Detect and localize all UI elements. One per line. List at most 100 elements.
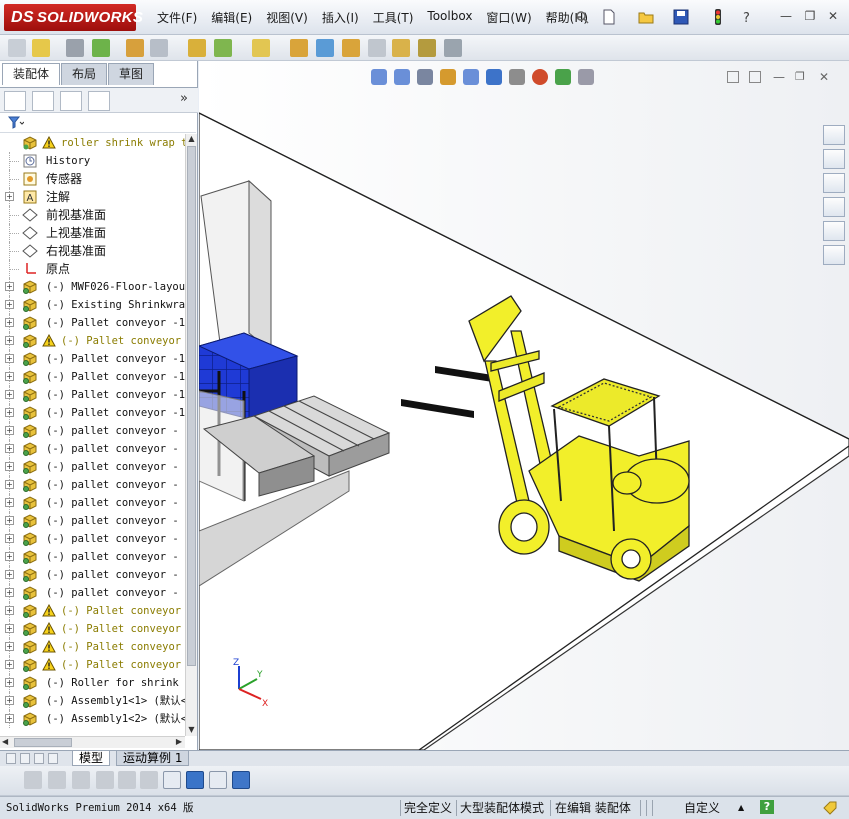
clearance-verification-icon[interactable] bbox=[418, 39, 436, 57]
menu-file[interactable]: 文件(F) bbox=[150, 9, 204, 26]
tree-row[interactable]: 传感器 bbox=[0, 170, 185, 188]
model-view[interactable]: Z Y X bbox=[199, 61, 849, 750]
expand-toggle[interactable]: + bbox=[5, 318, 14, 327]
doc-close-icon[interactable]: ✕ bbox=[819, 71, 831, 83]
expand-toggle[interactable]: + bbox=[5, 282, 14, 291]
design-library-icon[interactable] bbox=[823, 149, 845, 169]
display-manager-icon[interactable] bbox=[88, 91, 110, 111]
tab-model[interactable]: 模型 bbox=[72, 751, 111, 766]
mate-icon[interactable] bbox=[66, 39, 84, 57]
expand-toggle[interactable]: + bbox=[5, 678, 14, 687]
tree-row[interactable]: + (-) Pallet conveyor -15 bbox=[0, 368, 185, 386]
traffic-light-icon[interactable] bbox=[710, 9, 726, 25]
tree-row[interactable]: + (-) pallet conveyor - L bbox=[0, 440, 185, 458]
scroll-right-arrow[interactable]: ▶ bbox=[176, 737, 182, 746]
edit-appearance-icon[interactable] bbox=[532, 69, 548, 85]
view-orientation-icon[interactable] bbox=[463, 69, 479, 85]
tree-row[interactable]: + (-) pallet conveyor - L bbox=[0, 548, 185, 566]
tag-icon[interactable] bbox=[822, 800, 838, 816]
expand-toggle[interactable]: + bbox=[5, 444, 14, 453]
hole-alignment-icon[interactable] bbox=[444, 39, 462, 57]
tree-row[interactable]: + (-) pallet conveyor - L bbox=[0, 422, 185, 440]
units-dropdown-arrow[interactable]: ▲ bbox=[738, 797, 744, 819]
previous-view-icon[interactable] bbox=[417, 69, 433, 85]
expand-toggle[interactable]: + bbox=[5, 372, 14, 381]
tree-vertical-scrollbar[interactable]: ▲ ▼ bbox=[185, 134, 197, 736]
menu-view[interactable]: 视图(V) bbox=[259, 9, 315, 26]
tree-row[interactable]: + (-) Pallet conveyor bbox=[0, 638, 185, 656]
move-component-icon[interactable] bbox=[150, 39, 168, 57]
expand-panel-icon[interactable]: » bbox=[180, 91, 188, 106]
tree-row[interactable]: + (-) Pallet conveyor - bbox=[0, 332, 185, 350]
scroll-up-arrow[interactable]: ▲ bbox=[186, 134, 197, 145]
doc-minimize-icon[interactable]: — bbox=[773, 71, 785, 83]
tree-row[interactable]: + (-) Pallet conveyor bbox=[0, 602, 185, 620]
hide-show-items-icon[interactable] bbox=[509, 69, 525, 85]
tree-row[interactable]: + (-) MWF026-Floor-layout bbox=[0, 278, 185, 296]
assembly-features-icon[interactable] bbox=[214, 39, 232, 57]
smart-fasteners-icon[interactable] bbox=[126, 39, 144, 57]
tab-nav-prev[interactable] bbox=[20, 753, 30, 764]
show-hidden-icon[interactable] bbox=[188, 39, 206, 57]
interference-detection-icon[interactable] bbox=[392, 39, 410, 57]
zoom-to-area-icon[interactable] bbox=[394, 69, 410, 85]
hscroll-thumb[interactable] bbox=[14, 738, 72, 747]
expand-toggle[interactable]: + bbox=[5, 336, 14, 345]
tree-row[interactable]: + (-) pallet conveyor - L bbox=[0, 458, 185, 476]
expand-toggle[interactable]: + bbox=[5, 480, 14, 489]
tree-row[interactable]: + (-) Assembly1<1> (默认< bbox=[0, 692, 185, 710]
hidden-lines-icon[interactable] bbox=[96, 771, 114, 789]
insert-component-icon[interactable] bbox=[8, 39, 26, 57]
menu-tools[interactable]: 工具(T) bbox=[366, 9, 421, 26]
section-view-icon[interactable] bbox=[440, 69, 456, 85]
tree-row[interactable]: + (-) Roller for shrink W bbox=[0, 674, 185, 692]
expand-toggle[interactable]: + bbox=[5, 552, 14, 561]
expand-toggle[interactable]: + bbox=[5, 516, 14, 525]
new-document-icon[interactable] bbox=[601, 9, 617, 25]
expand-toggle[interactable]: + bbox=[5, 462, 14, 471]
zoom-to-fit-icon[interactable] bbox=[371, 69, 387, 85]
tab-sketch[interactable]: 草图 bbox=[108, 63, 155, 85]
menu-window[interactable]: 窗口(W) bbox=[479, 9, 538, 26]
scroll-left-arrow[interactable]: ◀ bbox=[2, 737, 8, 746]
tree-row[interactable]: 上视基准面 bbox=[0, 224, 185, 242]
units-selector[interactable]: 自定义 bbox=[684, 797, 720, 819]
pin-icon[interactable] bbox=[574, 9, 590, 25]
open-folder-icon[interactable] bbox=[638, 9, 654, 25]
tree-horizontal-scrollbar[interactable]: ◀ ▶ bbox=[0, 736, 185, 748]
restore-button[interactable]: ❐ bbox=[803, 9, 817, 23]
tab-motion-study[interactable]: 运动算例 1 bbox=[116, 751, 190, 766]
new-motion-study-icon[interactable] bbox=[290, 39, 308, 57]
feature-tree-icon[interactable] bbox=[4, 91, 26, 111]
menu-toolbox[interactable]: Toolbox bbox=[420, 9, 479, 26]
split-vertical-icon[interactable] bbox=[749, 71, 761, 83]
close-button[interactable]: ✕ bbox=[826, 9, 840, 23]
tab-nav-first[interactable] bbox=[6, 753, 16, 764]
tree-row[interactable]: + A 注解 bbox=[0, 188, 185, 206]
expand-toggle[interactable]: + bbox=[5, 588, 14, 597]
section-view-btn-icon[interactable] bbox=[72, 771, 90, 789]
view-palette-icon[interactable] bbox=[823, 197, 845, 217]
tree-row[interactable]: + (-) pallet conveyor - L bbox=[0, 530, 185, 548]
tree-row[interactable]: + (-) pallet conveyor - L bbox=[0, 512, 185, 530]
tree-row[interactable]: + (-) pallet conveyor - L bbox=[0, 494, 185, 512]
scroll-thumb[interactable] bbox=[187, 146, 196, 666]
expand-toggle[interactable]: + bbox=[5, 660, 14, 669]
tree-row[interactable]: 右视基准面 bbox=[0, 242, 185, 260]
menu-insert[interactable]: 插入(I) bbox=[315, 9, 366, 26]
configuration-manager-icon[interactable] bbox=[60, 91, 82, 111]
explode-line-sketch-icon[interactable] bbox=[368, 39, 386, 57]
bill-of-materials-icon[interactable] bbox=[316, 39, 334, 57]
tab-nav-next[interactable] bbox=[34, 753, 44, 764]
tree-row[interactable]: + (-) Existing Shrinkwrap bbox=[0, 296, 185, 314]
expand-toggle[interactable]: + bbox=[5, 642, 14, 651]
graphics-area[interactable]: Z Y X — ❐ ✕ bbox=[199, 61, 849, 750]
tree-row[interactable]: 原点 bbox=[0, 260, 185, 278]
tree-row[interactable]: + (-) Pallet conveyor -15 bbox=[0, 314, 185, 332]
tree-row[interactable]: + (-) Pallet conveyor -15 bbox=[0, 404, 185, 422]
display-style-icon[interactable] bbox=[486, 69, 502, 85]
expand-toggle[interactable]: + bbox=[5, 408, 14, 417]
tree-filter[interactable] bbox=[0, 113, 196, 133]
expand-toggle[interactable]: + bbox=[5, 606, 14, 615]
expand-toggle[interactable]: + bbox=[5, 192, 14, 201]
